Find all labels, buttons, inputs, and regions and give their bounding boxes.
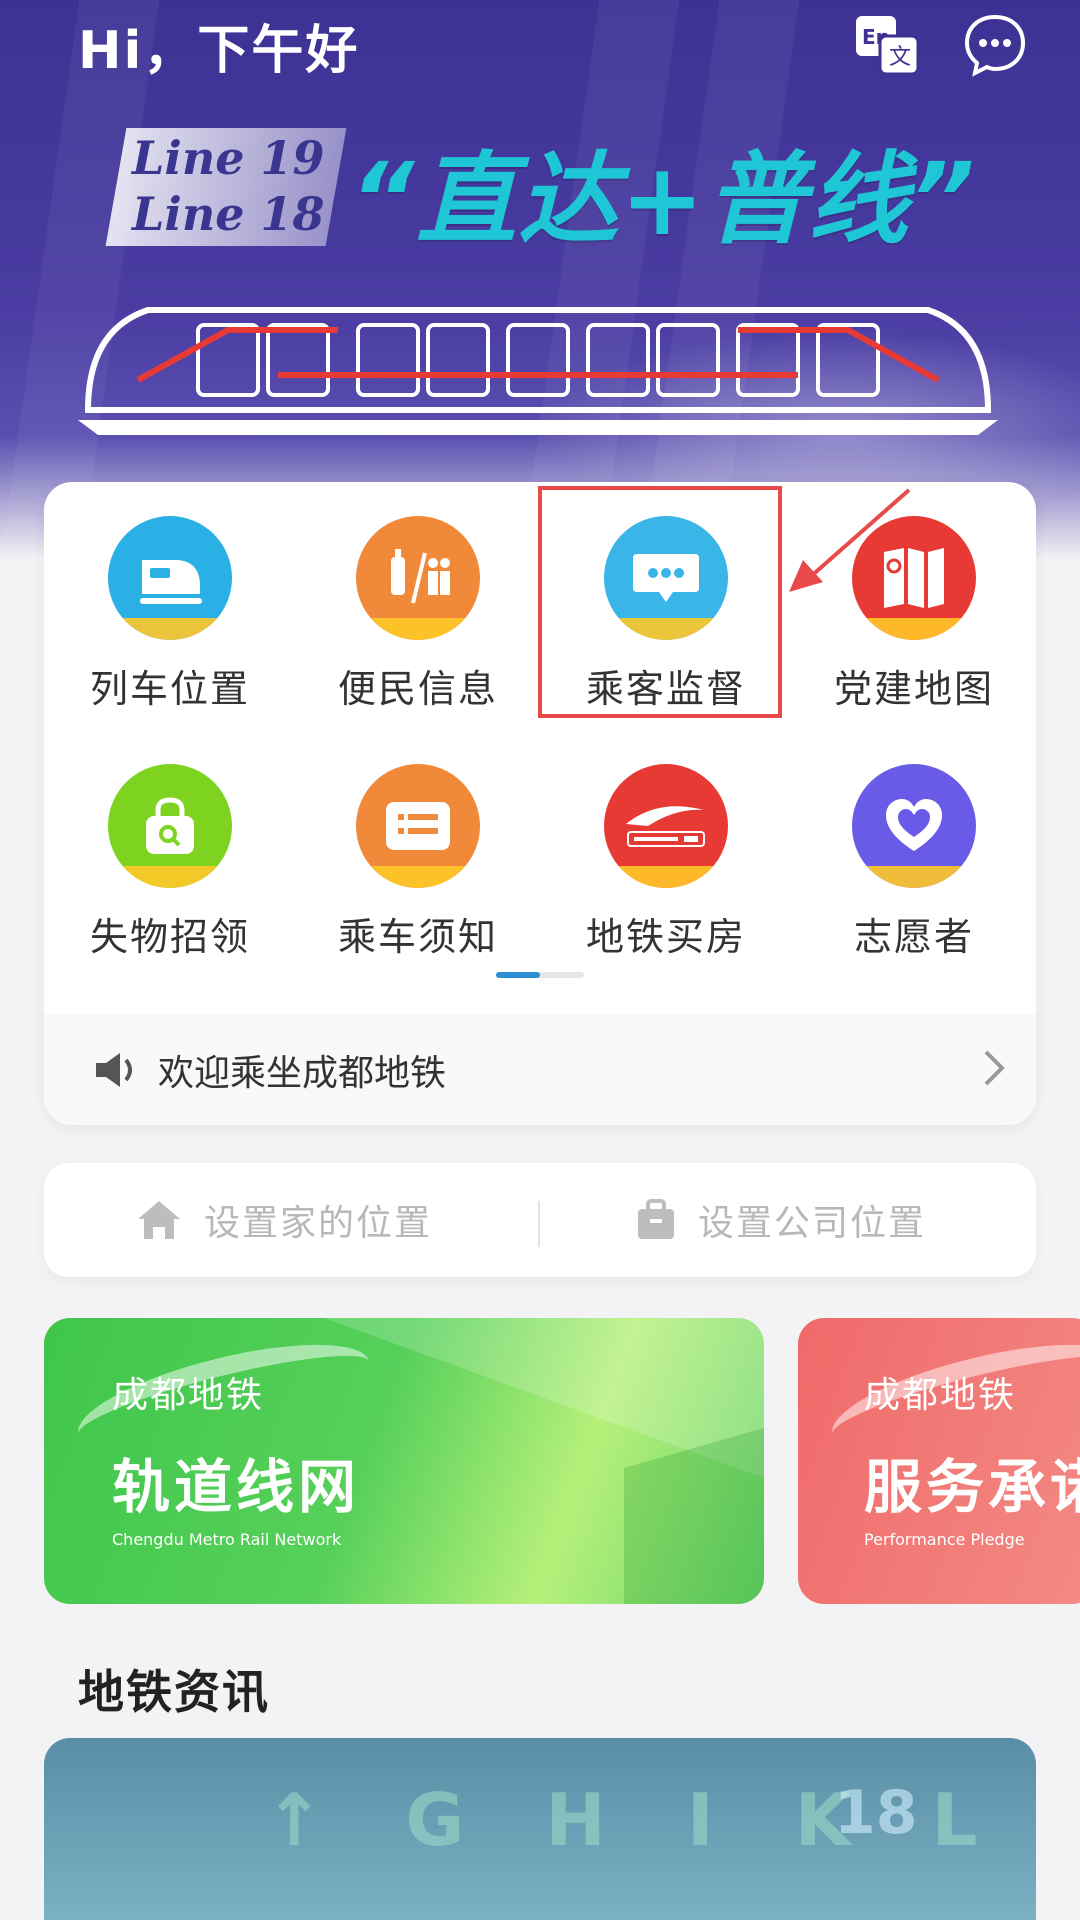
home-icon	[138, 1201, 180, 1239]
news-image[interactable]: ↑ G H I K L 18	[44, 1738, 1036, 1920]
chevron-right-icon	[984, 1050, 1005, 1086]
speaker-icon	[96, 1052, 132, 1087]
banner-slogan: “直达+普线”	[350, 141, 977, 258]
service-label: 志愿者	[853, 915, 974, 959]
promo-english: Performance Pledge	[864, 1530, 1025, 1549]
service-label: 便民信息	[337, 667, 498, 711]
promo-service-pledge[interactable]: 成都地铁 服务承诺 Performance Pledge	[798, 1318, 1080, 1604]
service-convenience-info[interactable]: 便民信息	[298, 516, 538, 716]
banner-decoration	[0, 0, 160, 560]
notice-bar[interactable]: 欢迎乘坐成都地铁	[44, 1014, 1036, 1125]
briefcase-icon	[638, 1199, 674, 1239]
line-19-label: Line 19	[132, 131, 325, 185]
home-location-label: 设置家的位置	[204, 1203, 433, 1244]
location-divider	[538, 1201, 540, 1247]
service-label: 列车位置	[89, 667, 250, 711]
promo-title: 轨道线网	[112, 1453, 361, 1521]
set-work-location[interactable]: 设置公司位置	[636, 1163, 926, 1277]
service-label: 地铁买房	[585, 915, 746, 959]
train-icon	[108, 516, 232, 640]
promo-subtitle: 成都地铁	[112, 1375, 265, 1416]
notice-text: 欢迎乘坐成都地铁	[158, 1052, 447, 1094]
set-home-location[interactable]: 设置家的位置	[136, 1163, 432, 1277]
hero-banner[interactable]: Hi，下午好 En 文 Line 19 Line 18 “直达+普线”	[0, 0, 1080, 560]
location-card: 设置家的位置 设置公司位置	[44, 1163, 1036, 1277]
metro-city-icon	[604, 764, 728, 888]
train-illustration	[78, 307, 998, 435]
heart-icon	[852, 764, 976, 888]
page-indicator-active	[496, 972, 540, 978]
promo-subtitle: 成都地铁	[864, 1375, 1017, 1416]
service-lost-found[interactable]: 失物招领	[50, 764, 290, 964]
promo-rail-network[interactable]: 成都地铁 轨道线网 Chengdu Metro Rail Network	[44, 1318, 764, 1604]
service-label: 党建地图	[833, 667, 994, 711]
notice-list-icon	[356, 764, 480, 888]
lost-found-icon	[108, 764, 232, 888]
line-labels: Line 19 Line 18	[132, 130, 325, 242]
annotation-arrow	[789, 488, 911, 592]
promo-english: Chengdu Metro Rail Network	[112, 1530, 342, 1549]
promo-decoration	[324, 1318, 764, 1604]
news-image-decoration: 18	[834, 1778, 918, 1848]
translate-icon[interactable]: En 文	[852, 10, 922, 80]
highlight-box	[538, 486, 782, 718]
greeting-text: Hi，下午好	[78, 21, 360, 81]
line-18-label: Line 18	[132, 187, 325, 241]
service-train-position[interactable]: 列车位置	[50, 516, 290, 716]
service-volunteer[interactable]: 志愿者	[794, 764, 1034, 964]
convenience-icon	[356, 516, 480, 640]
service-label: 失物招领	[89, 915, 250, 959]
promo-title: 服务承诺	[864, 1453, 1080, 1521]
news-section-title: 地铁资讯	[78, 1665, 270, 1719]
services-card: 列车位置 便民信息 乘客监督 党建地图 失物招领 乘车须知 地铁买房 志愿者 欢…	[44, 482, 1036, 1125]
svg-text:文: 文	[889, 45, 911, 70]
work-location-label: 设置公司位置	[698, 1203, 927, 1244]
service-riding-notice[interactable]: 乘车须知	[298, 764, 538, 964]
service-metro-housing[interactable]: 地铁买房	[546, 764, 786, 964]
service-label: 乘车须知	[337, 915, 498, 959]
page-indicator	[496, 972, 584, 978]
chat-icon[interactable]	[960, 10, 1030, 80]
